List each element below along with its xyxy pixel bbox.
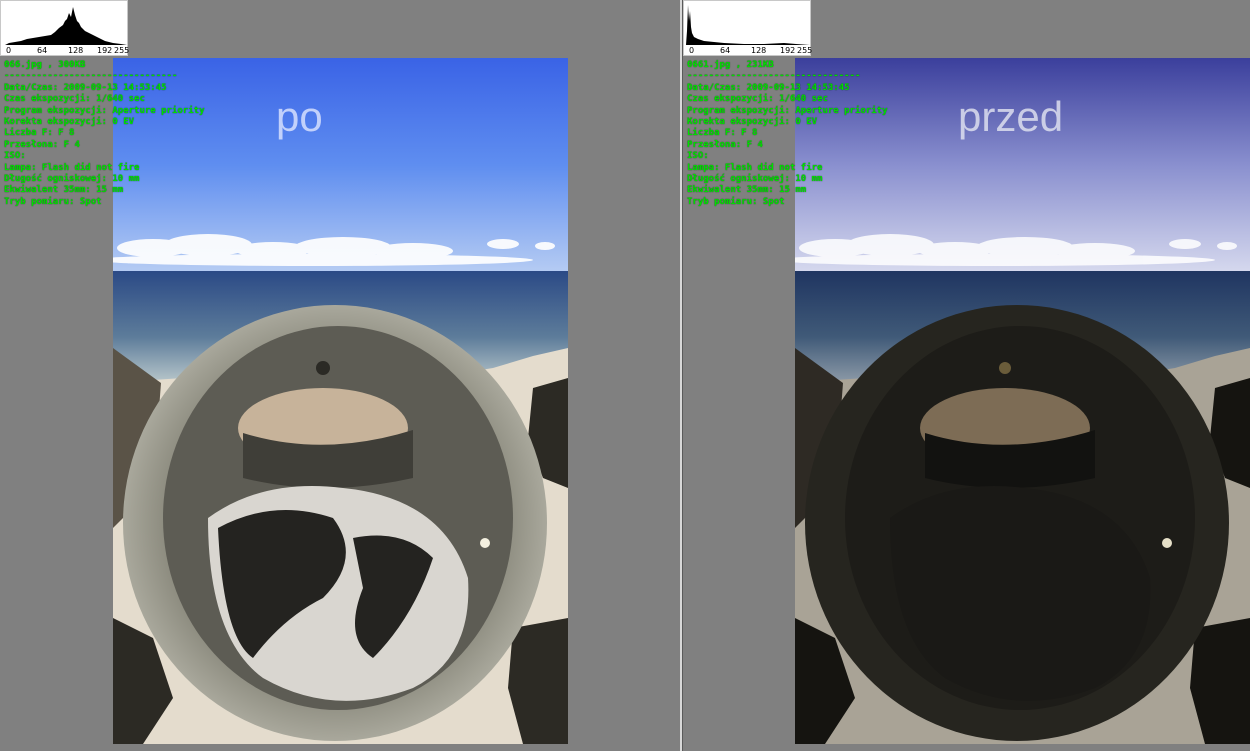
- exif-panel-left: 066.jpg , 300KB ------------------------…: [4, 60, 204, 208]
- exif-exposure-bias: Korekta ekspozycji: 0 EV: [4, 117, 135, 128]
- histogram-tick: 0: [6, 46, 12, 55]
- histogram-tick: 255: [114, 46, 130, 55]
- exif-panel-right: 0661.jpg , 231KB -----------------------…: [687, 60, 887, 208]
- after-label: po: [276, 93, 323, 140]
- exif-separator: --------------------------------: [4, 71, 178, 82]
- exif-exposure-time: Czas ekspozycji: 1/640 sec: [4, 94, 145, 105]
- histogram-tick: 255: [797, 46, 813, 55]
- file-info: 066.jpg , 300KB: [4, 60, 86, 70]
- viewer-pane-left: 0 64 128 192 255 po 066.jpg , 300KB ----…: [0, 0, 680, 751]
- file-info: 0661.jpg , 231KB: [687, 60, 774, 70]
- histogram-left: 0 64 128 192 255: [0, 0, 130, 56]
- exif-exposure-program: Program ekspozycji: Aperture priority: [4, 105, 205, 116]
- histogram-tick: 192: [97, 46, 113, 55]
- histogram-tick: 128: [68, 46, 84, 55]
- histogram-tick: 192: [780, 46, 796, 55]
- exif-exposure-bias: Korekta ekspozycji: 0 EV: [687, 117, 818, 128]
- histogram-right-chart-icon: [686, 5, 810, 45]
- exif-separator: --------------------------------: [687, 71, 861, 82]
- exif-35mm-equivalent: Ekwiwalent 35mm: 15 mm: [4, 185, 124, 196]
- exif-f-number: Liczba F: F 8: [687, 128, 758, 139]
- histogram-tick: 0: [689, 46, 695, 55]
- exif-datetime: Data/Czas: 2009-09-13 14:53:45: [687, 82, 850, 93]
- histogram-tick: 64: [37, 46, 48, 55]
- exif-iso: ISO:: [4, 151, 26, 162]
- histogram-tick: 64: [720, 46, 731, 55]
- viewer-pane-right: 0 64 128 192 255 przed 0661.jpg , 231KB …: [683, 0, 1250, 751]
- histogram-tick: 128: [751, 46, 767, 55]
- exif-focal-length: Długość ogniskowej: 10 mm: [687, 174, 823, 185]
- histogram-right: 0 64 128 192 255: [683, 0, 813, 56]
- exif-metering-mode: Tryb pomiaru: Spot: [4, 196, 102, 207]
- exif-exposure-time: Czas ekspozycji: 1/640 sec: [687, 94, 828, 105]
- exif-aperture: Przesłona: F 4: [4, 139, 80, 150]
- exif-datetime: Data/Czas: 2009-09-13 14:53:45: [4, 82, 167, 93]
- exif-f-number: Liczba F: F 8: [4, 128, 75, 139]
- exif-metering-mode: Tryb pomiaru: Spot: [687, 196, 785, 207]
- exif-aperture: Przesłona: F 4: [687, 139, 763, 150]
- exif-35mm-equivalent: Ekwiwalent 35mm: 15 mm: [687, 185, 807, 196]
- exif-focal-length: Długość ogniskowej: 10 mm: [4, 174, 140, 185]
- histogram-left-chart-icon: [5, 7, 127, 45]
- exif-exposure-program: Program ekspozycji: Aperture priority: [687, 105, 888, 116]
- exif-flash: Lampa: Flash did not fire: [4, 162, 140, 173]
- exif-flash: Lampa: Flash did not fire: [687, 162, 823, 173]
- exif-iso: ISO:: [687, 151, 709, 162]
- before-label: przed: [958, 93, 1064, 140]
